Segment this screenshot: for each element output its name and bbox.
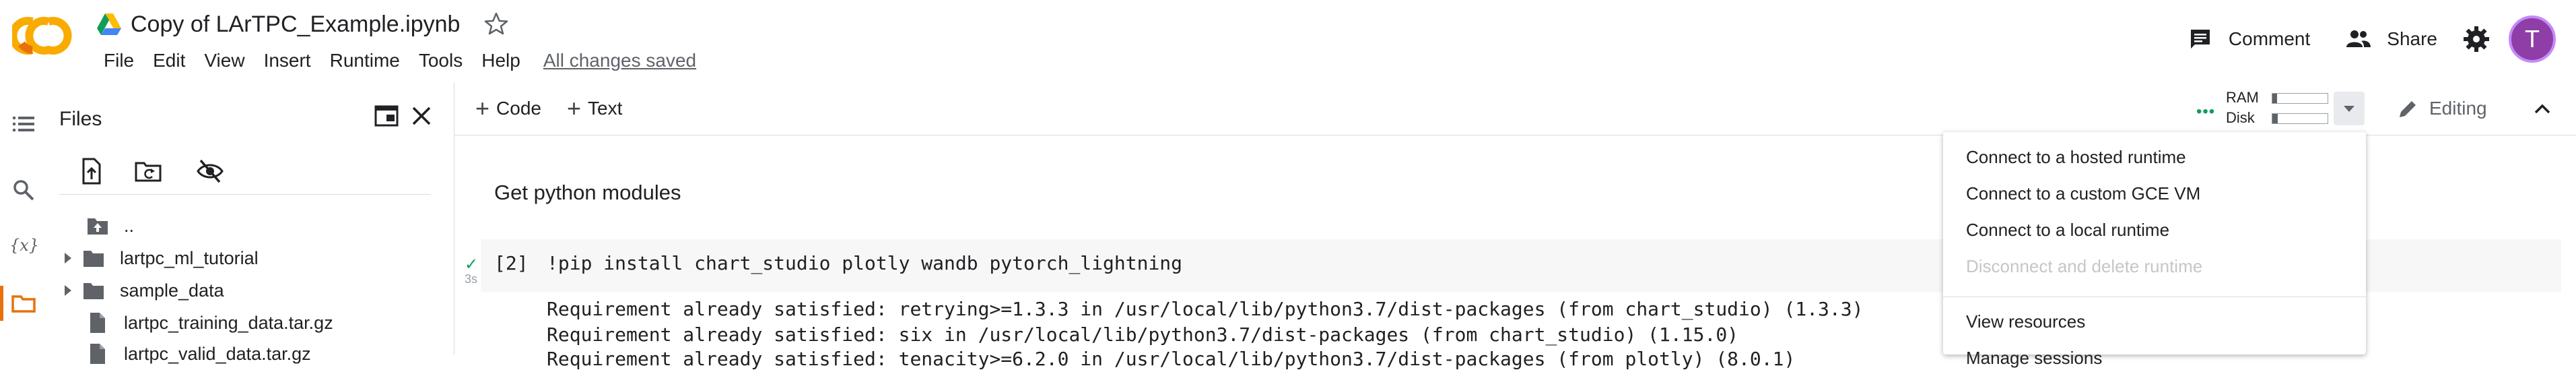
add-code-label: Code (496, 98, 541, 119)
variables-icon[interactable]: {x} (9, 236, 39, 255)
comment-icon (2190, 30, 2210, 49)
output-line: Requirement already satisfied: retrying>… (547, 298, 1864, 320)
refresh-folder-icon[interactable] (133, 156, 163, 186)
folder-up-icon (88, 218, 108, 235)
add-text-label: Text (588, 98, 623, 119)
file-tree-item[interactable]: lartpc_ml_tutorial (59, 243, 259, 274)
save-status[interactable]: All changes saved (543, 50, 696, 71)
hide-files-icon[interactable] (195, 156, 225, 186)
execution-count: [2] (494, 252, 529, 274)
header-actions: Comment Share T (2169, 11, 2576, 67)
file-icon (90, 344, 105, 364)
files-panel-title: Files (59, 108, 102, 130)
files-divider (59, 194, 431, 195)
open-in-tab-icon[interactable] (372, 101, 401, 131)
menu-bar: File Edit View Insert Runtime Tools Help… (94, 46, 696, 75)
avatar[interactable]: T (2509, 16, 2556, 63)
file-tree-label: lartpc_ml_tutorial (120, 247, 259, 268)
notebook-title[interactable]: Copy of LArTPC_Example.ipynb (131, 11, 460, 38)
active-indicator (0, 286, 3, 321)
menu-item-view-resources[interactable]: View resources (1966, 311, 2085, 332)
menu-view[interactable]: View (195, 50, 254, 71)
folder-icon (83, 251, 104, 267)
ram-bar-fill (2272, 94, 2277, 103)
comment-button[interactable]: Comment (2169, 26, 2328, 53)
add-code-button[interactable]: + Code (475, 93, 541, 124)
cell-code[interactable]: !pip install chart_studio plotly wandb p… (547, 252, 1182, 274)
menu-item-connect-hosted[interactable]: Connect to a hosted runtime (1966, 147, 2186, 168)
comment-label: Comment (2228, 28, 2311, 49)
file-tree-label: lartpc_training_data.tar.gz (124, 312, 333, 333)
editing-label: Editing (2429, 98, 2487, 119)
plus-icon: + (567, 94, 582, 122)
menu-file[interactable]: File (94, 50, 143, 71)
chevron-up-icon[interactable] (2529, 96, 2556, 123)
people-icon (2346, 30, 2371, 47)
gear-icon[interactable] (2462, 24, 2491, 54)
left-rail: {x} (0, 82, 48, 354)
menu-item-manage-sessions[interactable]: Manage sessions (1966, 348, 2102, 369)
editing-mode-button[interactable]: Editing (2397, 93, 2487, 124)
menu-runtime[interactable]: Runtime (320, 50, 409, 71)
file-tree-label: .. (124, 215, 135, 236)
menu-insert[interactable]: Insert (255, 50, 320, 71)
title-row: Copy of LArTPC_Example.ipynb (96, 7, 510, 42)
table-of-contents-icon[interactable] (10, 111, 37, 137)
ram-label: RAM (2226, 89, 2259, 106)
pencil-icon (2400, 101, 2416, 117)
close-icon[interactable] (407, 101, 436, 131)
plus-icon: + (475, 94, 490, 122)
file-tree-label: sample_data (120, 280, 224, 301)
share-button[interactable]: Share (2328, 26, 2455, 53)
runtime-dropdown-button[interactable] (2334, 92, 2365, 125)
chevron-right-icon[interactable] (59, 282, 77, 299)
run-success-icon[interactable]: ✓ (465, 255, 478, 274)
menu-item-disconnect: Disconnect and delete runtime (1966, 256, 2203, 276)
share-label: Share (2387, 28, 2437, 49)
file-tree-label: lartpc_valid_data.tar.gz (124, 343, 311, 364)
run-duration: 3s (465, 272, 478, 286)
folder-icon[interactable] (10, 290, 37, 317)
disk-bar-fill (2272, 114, 2278, 123)
runtime-menu: Connect to a hosted runtime Connect to a… (1943, 132, 2366, 368)
ram-bar (2272, 93, 2328, 104)
file-tree-item[interactable]: lartpc_valid_data.tar.gz (86, 338, 311, 369)
disk-bar (2272, 113, 2328, 124)
search-icon[interactable] (10, 177, 37, 204)
file-tree-item[interactable]: sample_data (59, 275, 224, 306)
chevron-right-icon[interactable] (59, 249, 77, 267)
section-heading[interactable]: Get python modules (494, 181, 681, 205)
menu-item-connect-gce[interactable]: Connect to a custom GCE VM (1966, 183, 2200, 204)
folder-icon (83, 283, 104, 299)
output-line: Requirement already satisfied: six in /u… (547, 323, 1739, 346)
menu-tools[interactable]: Tools (409, 50, 472, 71)
file-tree-item[interactable]: lartpc_training_data.tar.gz (86, 307, 333, 338)
output-line: Requirement already satisfied: tenacity>… (547, 348, 1796, 370)
disk-label: Disk (2226, 109, 2255, 126)
file-icon (90, 313, 105, 333)
file-tree-item[interactable]: .. (86, 210, 134, 241)
add-text-button[interactable]: + Text (567, 93, 622, 124)
menu-item-connect-local[interactable]: Connect to a local runtime (1966, 220, 2169, 241)
connected-dots-icon: ••• (2196, 102, 2216, 121)
colab-logo[interactable] (12, 12, 75, 59)
google-drive-icon[interactable] (96, 11, 123, 38)
star-icon[interactable] (483, 11, 510, 38)
menu-help[interactable]: Help (472, 50, 530, 71)
menu-edit[interactable]: Edit (143, 50, 195, 71)
resource-indicator[interactable]: ••• RAM Disk (2196, 88, 2338, 129)
upload-file-icon[interactable] (77, 156, 106, 186)
